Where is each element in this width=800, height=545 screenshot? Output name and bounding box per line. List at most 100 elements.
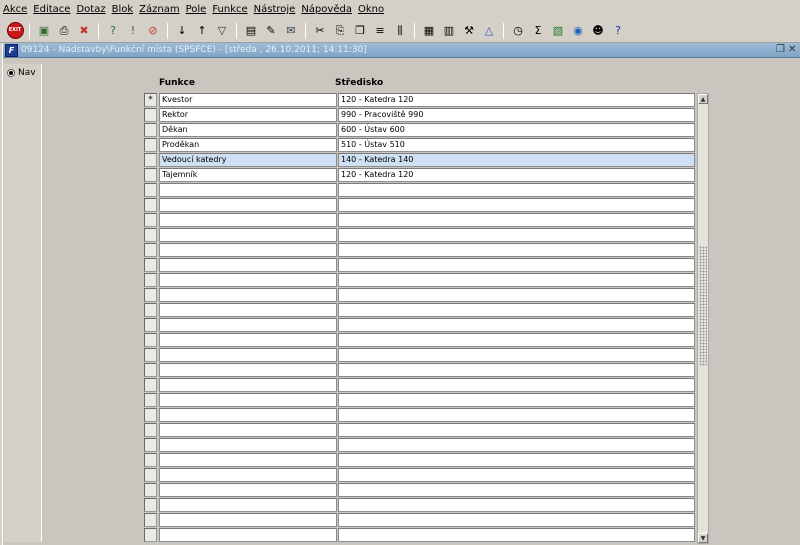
menu-4[interactable]: Záznam (139, 0, 179, 19)
funkce-field[interactable] (159, 258, 337, 272)
record-indicator[interactable] (144, 273, 157, 287)
execute-query-icon[interactable]: ! (124, 22, 142, 40)
funkce-field[interactable]: Rektor (159, 108, 337, 122)
funkce-field[interactable] (159, 393, 337, 407)
funkce-field[interactable] (159, 498, 337, 512)
record-indicator[interactable] (144, 183, 157, 197)
record-indicator[interactable] (144, 513, 157, 527)
excel-icon[interactable]: ▧ (549, 22, 567, 40)
stredisko-field[interactable] (338, 243, 695, 257)
funkce-field[interactable] (159, 198, 337, 212)
record-indicator[interactable] (144, 243, 157, 257)
record-indicator[interactable] (144, 363, 157, 377)
stredisko-field[interactable] (338, 288, 695, 302)
stredisko-field[interactable]: 600 - Ústav 600 (338, 123, 695, 137)
exit-icon[interactable]: EXIT (6, 22, 24, 40)
funkce-field[interactable] (159, 303, 337, 317)
stredisko-field[interactable]: 990 - Pracoviště 990 (338, 108, 695, 122)
funkce-field[interactable] (159, 468, 337, 482)
funkce-field[interactable] (159, 483, 337, 497)
stredisko-field[interactable] (338, 438, 695, 452)
record-indicator[interactable] (144, 258, 157, 272)
record-indicator[interactable] (144, 213, 157, 227)
stredisko-field[interactable] (338, 378, 695, 392)
record-indicator[interactable] (144, 333, 157, 347)
stredisko-field[interactable] (338, 183, 695, 197)
record-indicator[interactable] (144, 318, 157, 332)
stredisko-field[interactable] (338, 423, 695, 437)
menu-1[interactable]: Editace (33, 0, 70, 19)
sort-desc-icon[interactable]: ↑ (193, 22, 211, 40)
record-indicator[interactable] (144, 153, 157, 167)
edit-doc-icon[interactable]: ✎ (262, 22, 280, 40)
record-indicator[interactable] (144, 393, 157, 407)
funkce-field[interactable] (159, 228, 337, 242)
record-indicator[interactable] (144, 468, 157, 482)
stredisko-field[interactable] (338, 333, 695, 347)
record-indicator[interactable] (144, 438, 157, 452)
record-indicator[interactable] (144, 138, 157, 152)
funkce-field[interactable] (159, 408, 337, 422)
record-indicator[interactable] (144, 423, 157, 437)
stredisko-field[interactable] (338, 393, 695, 407)
scroll-thumb[interactable] (699, 246, 707, 366)
stredisko-field[interactable] (338, 318, 695, 332)
menu-5[interactable]: Pole (186, 0, 207, 19)
funkce-field[interactable] (159, 423, 337, 437)
stredisko-field[interactable] (338, 483, 695, 497)
clock-icon[interactable]: ◷ (509, 22, 527, 40)
funkce-field[interactable] (159, 318, 337, 332)
record-indicator[interactable] (144, 453, 157, 467)
record-indicator[interactable] (144, 123, 157, 137)
funkce-field[interactable]: Tajemník (159, 168, 337, 182)
funkce-field[interactable] (159, 438, 337, 452)
funkce-field[interactable] (159, 513, 337, 527)
funkce-field[interactable] (159, 378, 337, 392)
web-icon[interactable]: ◉ (569, 22, 587, 40)
funkce-field[interactable]: Děkan (159, 123, 337, 137)
sum-icon[interactable]: Σ (529, 22, 547, 40)
record-indicator[interactable] (144, 528, 157, 542)
record-indicator[interactable] (144, 168, 157, 182)
funkce-field[interactable] (159, 348, 337, 362)
stredisko-field[interactable] (338, 363, 695, 377)
tools-icon[interactable]: ⚒ (460, 22, 478, 40)
help-icon[interactable]: ? (609, 22, 627, 40)
save-icon[interactable]: ▣ (35, 22, 53, 40)
record-indicator[interactable] (144, 198, 157, 212)
vertical-scrollbar[interactable]: ▲ ▼ (697, 93, 709, 544)
menu-0[interactable]: Akce (3, 0, 27, 19)
record-indicator[interactable] (144, 108, 157, 122)
exit-button[interactable]: EXIT (6, 22, 24, 39)
cancel-query-icon[interactable]: ⊘ (144, 22, 162, 40)
print-preview-icon[interactable]: ▤ (242, 22, 260, 40)
columns-icon[interactable]: ⫼ (391, 22, 409, 40)
nav-radio[interactable]: Nav (7, 68, 36, 78)
funkce-field[interactable] (159, 213, 337, 227)
record-indicator[interactable] (144, 288, 157, 302)
record-indicator[interactable] (144, 483, 157, 497)
record-indicator[interactable] (144, 408, 157, 422)
mail-icon[interactable]: ✉ (282, 22, 300, 40)
stredisko-field[interactable] (338, 303, 695, 317)
funkce-field[interactable] (159, 243, 337, 257)
copy-icon[interactable]: ⎘ (331, 22, 349, 40)
record-indicator[interactable] (144, 348, 157, 362)
stredisko-field[interactable] (338, 258, 695, 272)
delete-icon[interactable]: ✖ (75, 22, 93, 40)
funkce-field[interactable]: Vedoucí katedry (159, 153, 337, 167)
menu-3[interactable]: Blok (112, 0, 134, 19)
stredisko-field[interactable] (338, 213, 695, 227)
calendar-icon[interactable]: ▦ (420, 22, 438, 40)
funkce-field[interactable] (159, 288, 337, 302)
stredisko-field[interactable]: 510 - Ústav 510 (338, 138, 695, 152)
menu-7[interactable]: Nástroje (254, 0, 296, 19)
stredisko-field[interactable]: 120 - Katedra 120 (338, 168, 695, 182)
funkce-field[interactable] (159, 453, 337, 467)
stredisko-field[interactable] (338, 498, 695, 512)
enter-query-icon[interactable]: ? (104, 22, 122, 40)
stredisko-field[interactable] (338, 408, 695, 422)
stredisko-field[interactable] (338, 348, 695, 362)
record-indicator[interactable] (144, 228, 157, 242)
record-indicator[interactable] (144, 498, 157, 512)
